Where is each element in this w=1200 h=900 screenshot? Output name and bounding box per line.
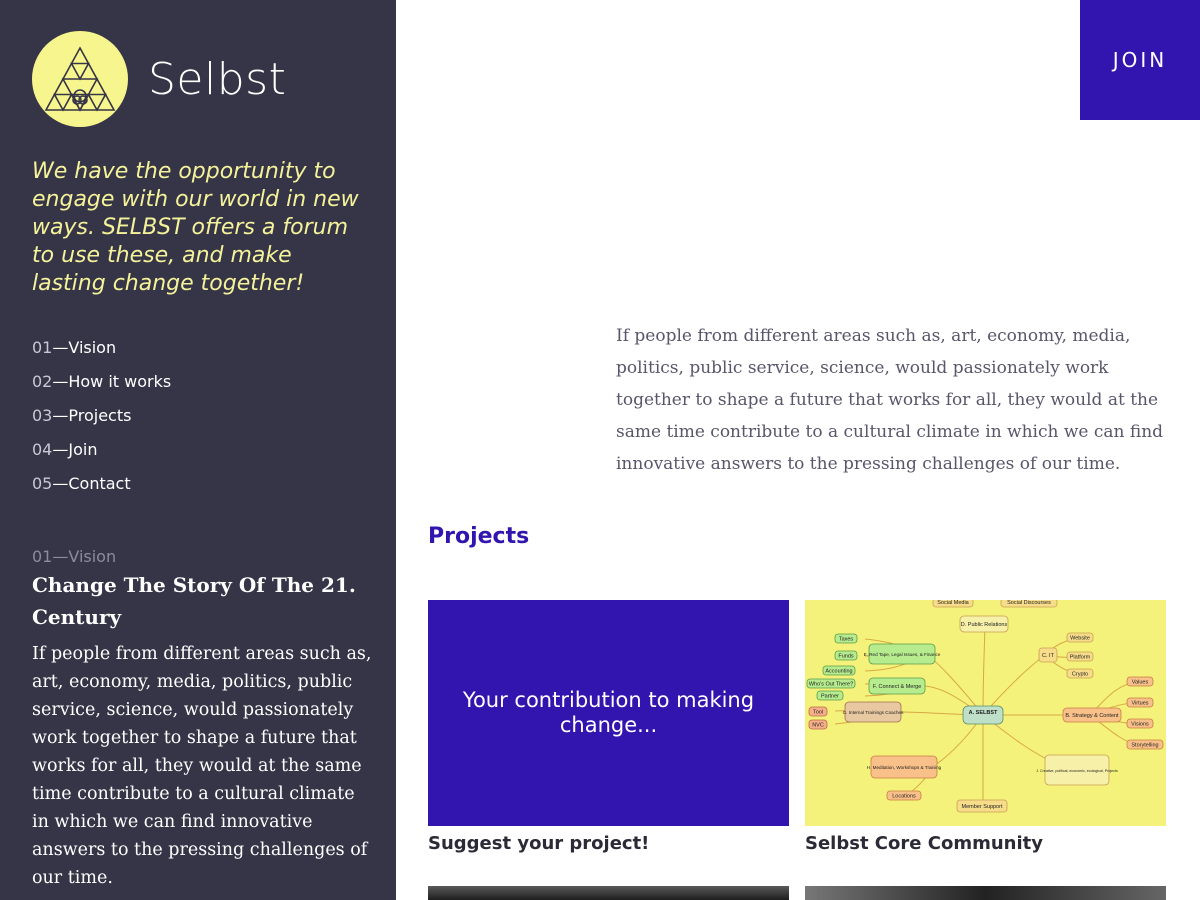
mindmap-node-label: Accounting [825, 669, 852, 675]
section-body: If people from different areas such as, … [32, 644, 372, 888]
project-thumbnail[interactable] [805, 886, 1166, 900]
mindmap-center-label: A. SELBST [969, 710, 998, 716]
mindmap-node-label: Visions [1131, 722, 1149, 728]
projects-heading: Projects [428, 524, 530, 549]
mindmap-node-label: E. Red Tape, Legal Issues, & Finance [864, 652, 941, 657]
nav-item-join[interactable]: 04—Join [32, 438, 171, 472]
nav-number: 01 [32, 338, 53, 357]
nav-item-how-it-works[interactable]: 02—How it works [32, 370, 171, 404]
mindmap-node-label: NVC [812, 723, 824, 729]
mindmap-node-label: Partner [821, 694, 839, 700]
project-title: Selbst Core Community [805, 833, 1043, 854]
mindmap-node-label: Values [1132, 680, 1149, 686]
mindmap-node-label: C. IT [1042, 653, 1055, 659]
mindmap-node-label: G. Internal Trainings Coaches [843, 710, 904, 715]
mindmap-node-label: Social Discourses [1007, 600, 1051, 606]
mindmap-node-label: Website [1070, 636, 1090, 642]
mindmap-node-label: Virtues [1131, 701, 1148, 707]
section-label: 01—Vision [32, 547, 117, 566]
mindmap-node-label: Locations [892, 794, 916, 800]
project-card-core-community[interactable]: A. SELBST Social Media Social Discourses… [805, 600, 1166, 856]
nav-number: 02 [32, 372, 53, 391]
nav-number: 05 [32, 474, 53, 493]
mindmap-node-label: Member Support [962, 804, 1003, 810]
mindmap-node-label: Platform [1070, 655, 1091, 661]
nav-label: Projects [68, 406, 132, 425]
mindmap-node-label: Taxes [839, 637, 854, 643]
nav-item-contact[interactable]: 05—Contact [32, 472, 171, 506]
nav-number: 04 [32, 440, 53, 459]
nav-item-projects[interactable]: 03—Projects [32, 404, 171, 438]
project-card-suggest[interactable]: Your contribution to making change... Su… [428, 600, 789, 856]
sidebar-tagline: We have the opportunity to engage with o… [32, 159, 359, 296]
sidebar: Selbst We have the opportunity to engage… [0, 0, 396, 900]
nav-label: Contact [68, 474, 131, 493]
nav-label: Join [68, 440, 98, 459]
mindmap-node-label: Social Media [937, 600, 969, 606]
nav-label: How it works [68, 372, 172, 391]
brand-name: Selbst [148, 53, 287, 105]
mindmap-node-label: Funds [838, 654, 854, 660]
mindmap-thumbnail: A. SELBST Social Media Social Discourses… [805, 600, 1166, 826]
mindmap-node-label: Storytelling [1131, 743, 1158, 749]
nav-item-vision[interactable]: 01—Vision [32, 336, 171, 370]
mindmap-node-label: F. Connect & Merge [873, 684, 922, 690]
mindmap-node-label: D. Public Relations [961, 622, 1008, 628]
mindmap-node-label: J. Creative, political, economic, ecolog… [1036, 769, 1118, 773]
intro-paragraph: If people from different areas such as, … [616, 326, 1164, 474]
project-thumbnail: Your contribution to making change... [428, 600, 789, 826]
mindmap-node-label: H. Meditation, Workshops & Training [867, 765, 942, 770]
section-title: Change The Story Of The 21. Century [32, 573, 356, 629]
sidebar-nav: 01—Vision 02—How it works 03—Projects 04… [32, 336, 171, 506]
project-thumbnail[interactable] [428, 886, 789, 900]
project-title: Suggest your project! [428, 833, 650, 854]
mindmap-node-label: B. Strategy & Content [1065, 713, 1119, 719]
home-logo-link[interactable]: Selbst [32, 31, 286, 127]
mindmap-node-label: Who's Out There? [809, 682, 853, 688]
triangle-logo-icon [32, 31, 128, 127]
project-thumbnail-text: Your contribution to making change... [462, 688, 755, 737]
nav-label: Vision [68, 338, 117, 357]
mindmap-node-label: Crypto [1072, 672, 1088, 678]
join-button[interactable]: JOIN [1080, 0, 1200, 120]
mindmap-node-label: Tool [813, 710, 823, 716]
nav-number: 03 [32, 406, 53, 425]
